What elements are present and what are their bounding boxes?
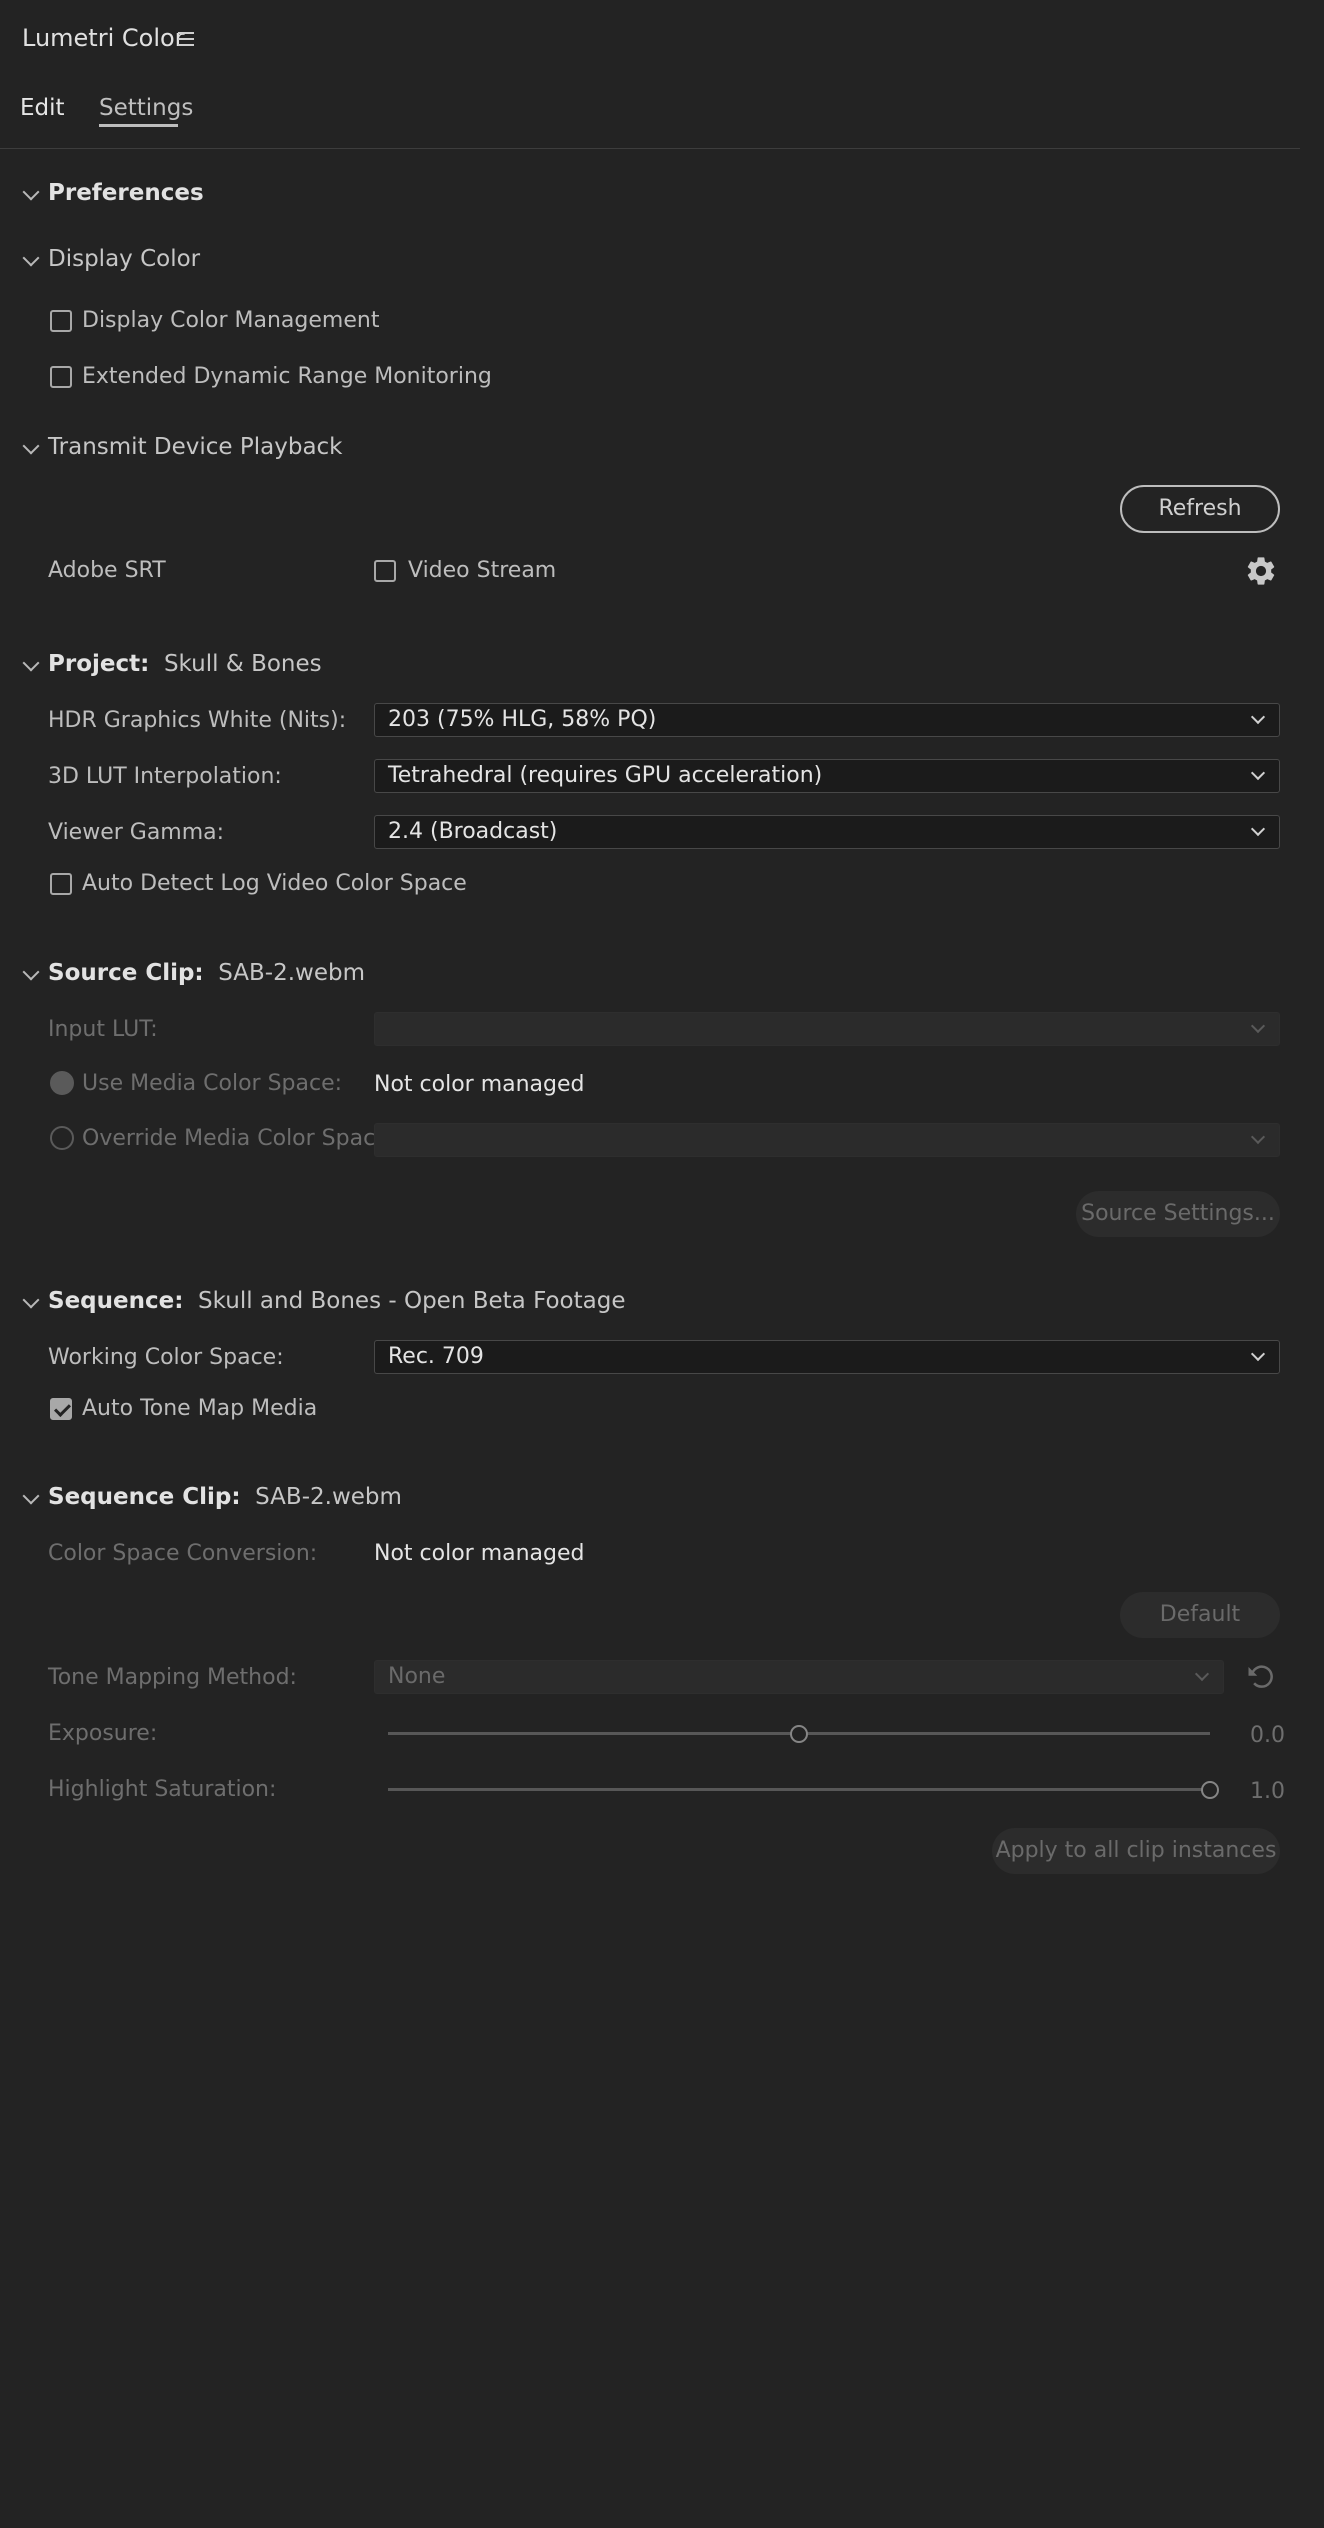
- override-media-color-space-radio[interactable]: [50, 1126, 74, 1150]
- chevron-down-icon: [1250, 1346, 1266, 1362]
- color-space-conversion-label: Color Space Conversion:: [48, 1541, 318, 1566]
- use-media-color-space-value: Not color managed: [374, 1072, 585, 1097]
- display-color-heading[interactable]: Display Color: [48, 246, 200, 272]
- reset-icon[interactable]: [1246, 1662, 1276, 1692]
- edr-monitoring-checkbox[interactable]: [50, 366, 72, 388]
- tab-edit[interactable]: Edit: [20, 95, 65, 121]
- chevron-down-icon: [1194, 1666, 1210, 1682]
- auto-tone-map-checkbox[interactable]: [50, 1398, 72, 1420]
- working-color-space-value: Rec. 709: [388, 1344, 484, 1369]
- auto-detect-log-checkbox[interactable]: [50, 873, 72, 895]
- video-stream-checkbox[interactable]: [374, 560, 396, 582]
- highlight-saturation-slider-track[interactable]: [388, 1788, 1210, 1791]
- display-color-management-label: Display Color Management: [82, 308, 380, 333]
- chevron-down-icon[interactable]: [22, 654, 40, 672]
- default-button[interactable]: Default: [1120, 1592, 1280, 1638]
- video-stream-label: Video Stream: [408, 558, 557, 583]
- gear-icon[interactable]: [1244, 554, 1278, 588]
- use-media-color-space-label: Use Media Color Space:: [82, 1071, 343, 1096]
- tab-settings[interactable]: Settings: [99, 95, 193, 121]
- auto-tone-map-label: Auto Tone Map Media: [82, 1396, 318, 1421]
- tone-mapping-method-label: Tone Mapping Method:: [48, 1665, 297, 1690]
- source-clip-heading[interactable]: Source Clip: SAB-2.webm: [48, 960, 365, 986]
- preferences-heading[interactable]: Preferences: [48, 180, 204, 206]
- chevron-down-icon: [1250, 1129, 1266, 1145]
- sequence-heading[interactable]: Sequence: Skull and Bones - Open Beta Fo…: [48, 1288, 626, 1314]
- hamburger-menu-icon[interactable]: [178, 30, 196, 46]
- use-media-color-space-radio[interactable]: [50, 1071, 74, 1095]
- input-lut-label: Input LUT:: [48, 1017, 158, 1042]
- viewer-gamma-label: Viewer Gamma:: [48, 820, 225, 845]
- color-space-conversion-value: Not color managed: [374, 1541, 585, 1566]
- override-media-color-space-label: Override Media Color Space:: [82, 1126, 397, 1151]
- highlight-saturation-label: Highlight Saturation:: [48, 1777, 277, 1802]
- chevron-down-icon[interactable]: [22, 183, 40, 201]
- chevron-down-icon: [1250, 1018, 1266, 1034]
- input-lut-select[interactable]: [374, 1012, 1280, 1046]
- sequence-clip-heading[interactable]: Sequence Clip: SAB-2.webm: [48, 1484, 402, 1510]
- lut-interpolation-label: 3D LUT Interpolation:: [48, 764, 282, 789]
- edr-monitoring-label: Extended Dynamic Range Monitoring: [82, 364, 492, 389]
- tone-mapping-method-value: None: [388, 1664, 446, 1689]
- lut-interpolation-select[interactable]: Tetrahedral (requires GPU acceleration): [374, 759, 1280, 793]
- working-color-space-label: Working Color Space:: [48, 1345, 284, 1370]
- hdr-graphics-white-select[interactable]: 203 (75% HLG, 58% PQ): [374, 703, 1280, 737]
- tone-mapping-method-select[interactable]: None: [374, 1660, 1224, 1694]
- chevron-down-icon: [1250, 765, 1266, 781]
- refresh-button[interactable]: Refresh: [1120, 485, 1280, 533]
- auto-detect-log-label: Auto Detect Log Video Color Space: [82, 871, 467, 896]
- header-divider: [0, 148, 1300, 149]
- chevron-down-icon: [1250, 821, 1266, 837]
- lut-interpolation-value: Tetrahedral (requires GPU acceleration): [388, 763, 823, 788]
- chevron-down-icon[interactable]: [22, 1291, 40, 1309]
- tab-settings-underline: [99, 124, 178, 127]
- viewer-gamma-value: 2.4 (Broadcast): [388, 819, 558, 844]
- source-settings-button[interactable]: Source Settings...: [1076, 1191, 1280, 1237]
- hdr-graphics-white-label: HDR Graphics White (Nits):: [48, 708, 347, 733]
- project-heading[interactable]: Project: Skull & Bones: [48, 651, 322, 677]
- exposure-slider-thumb[interactable]: [790, 1725, 808, 1743]
- highlight-saturation-slider-thumb[interactable]: [1201, 1781, 1219, 1799]
- exposure-label: Exposure:: [48, 1721, 158, 1746]
- working-color-space-select[interactable]: Rec. 709: [374, 1340, 1280, 1374]
- panel-title: Lumetri Color: [22, 24, 185, 52]
- display-color-management-checkbox[interactable]: [50, 310, 72, 332]
- chevron-down-icon: [1250, 709, 1266, 725]
- transmit-heading[interactable]: Transmit Device Playback: [48, 434, 343, 460]
- viewer-gamma-select[interactable]: 2.4 (Broadcast): [374, 815, 1280, 849]
- chevron-down-icon[interactable]: [22, 249, 40, 267]
- adobe-srt-label: Adobe SRT: [48, 558, 166, 583]
- chevron-down-icon[interactable]: [22, 437, 40, 455]
- highlight-saturation-value: 1.0: [1250, 1779, 1285, 1804]
- override-media-color-space-select[interactable]: [374, 1123, 1280, 1157]
- apply-to-all-clip-instances-button[interactable]: Apply to all clip instances: [992, 1828, 1280, 1874]
- hdr-graphics-white-value: 203 (75% HLG, 58% PQ): [388, 707, 657, 732]
- exposure-value: 0.0: [1250, 1723, 1285, 1748]
- chevron-down-icon[interactable]: [22, 963, 40, 981]
- chevron-down-icon[interactable]: [22, 1487, 40, 1505]
